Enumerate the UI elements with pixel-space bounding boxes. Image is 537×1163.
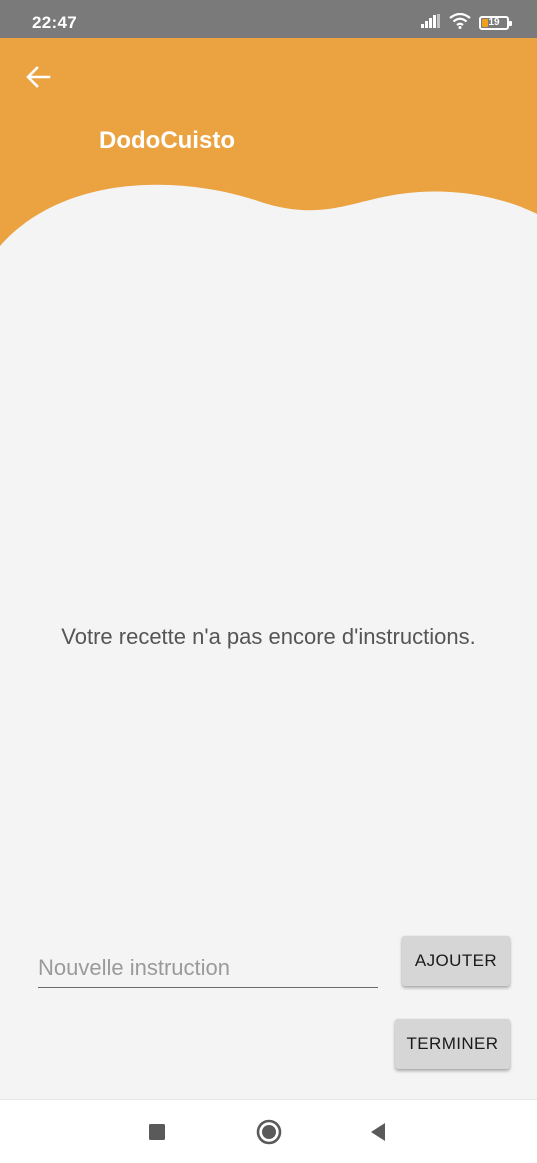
new-instruction-input[interactable]	[38, 948, 378, 988]
back-button[interactable]	[20, 60, 56, 94]
battery-tip	[509, 21, 512, 26]
status-bar: 22:47 19	[0, 0, 537, 38]
back-icon	[371, 1123, 385, 1141]
wifi-icon	[449, 12, 471, 34]
finish-button[interactable]: TERMINER	[395, 1019, 510, 1069]
recents-button[interactable]	[139, 1114, 175, 1150]
app-header: DodoCuisto	[0, 38, 537, 248]
navigation-bar	[0, 1099, 537, 1163]
recents-icon	[149, 1124, 165, 1140]
status-icons: 19	[421, 12, 512, 34]
home-icon	[256, 1119, 282, 1145]
home-button[interactable]	[251, 1114, 287, 1150]
battery-level: 19	[488, 17, 500, 28]
add-instruction-button[interactable]: AJOUTER	[402, 936, 510, 986]
header-wave-background	[0, 38, 537, 246]
signal-icon	[421, 13, 441, 33]
screen: 22:47 19 DodoCuisto Votre recette n'a pa…	[0, 0, 537, 1163]
app-title: DodoCuisto	[99, 127, 235, 154]
arrow-left-icon	[26, 66, 51, 88]
system-back-button[interactable]	[360, 1114, 396, 1150]
battery-icon: 19	[479, 16, 512, 30]
status-time: 22:47	[32, 13, 77, 32]
empty-instructions-message: Votre recette n'a pas encore d'instructi…	[61, 624, 476, 649]
